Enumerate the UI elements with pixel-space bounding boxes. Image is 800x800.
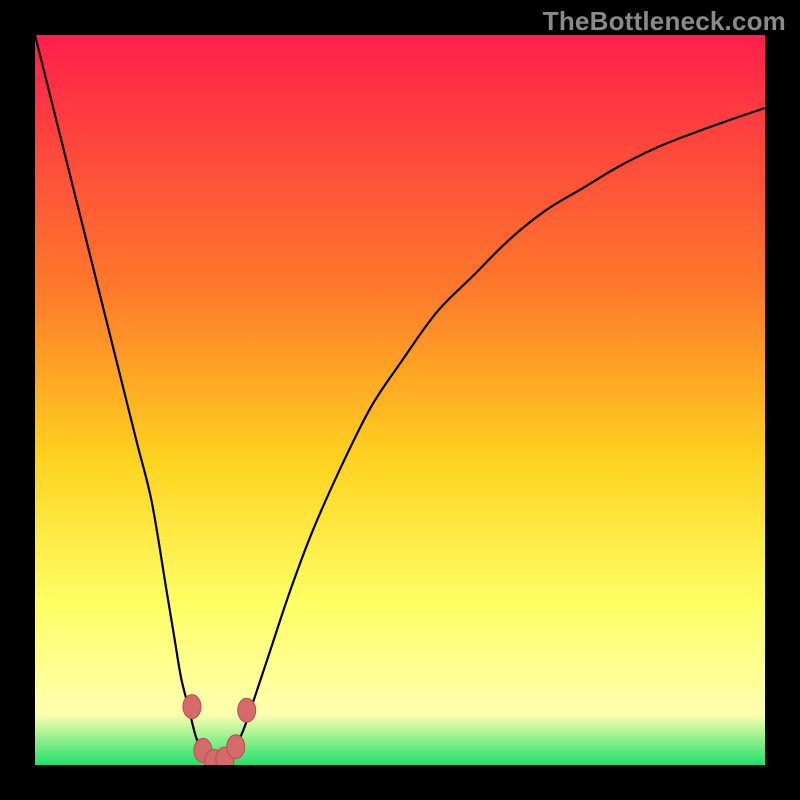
watermark-text: TheBottleneck.com (543, 6, 786, 37)
curve-marker (238, 698, 256, 722)
curve-marker (183, 695, 201, 719)
bottleneck-chart (35, 35, 765, 765)
gradient-background (35, 35, 765, 765)
plot-area (35, 35, 765, 765)
curve-marker (227, 735, 245, 759)
chart-frame: TheBottleneck.com (0, 0, 800, 800)
